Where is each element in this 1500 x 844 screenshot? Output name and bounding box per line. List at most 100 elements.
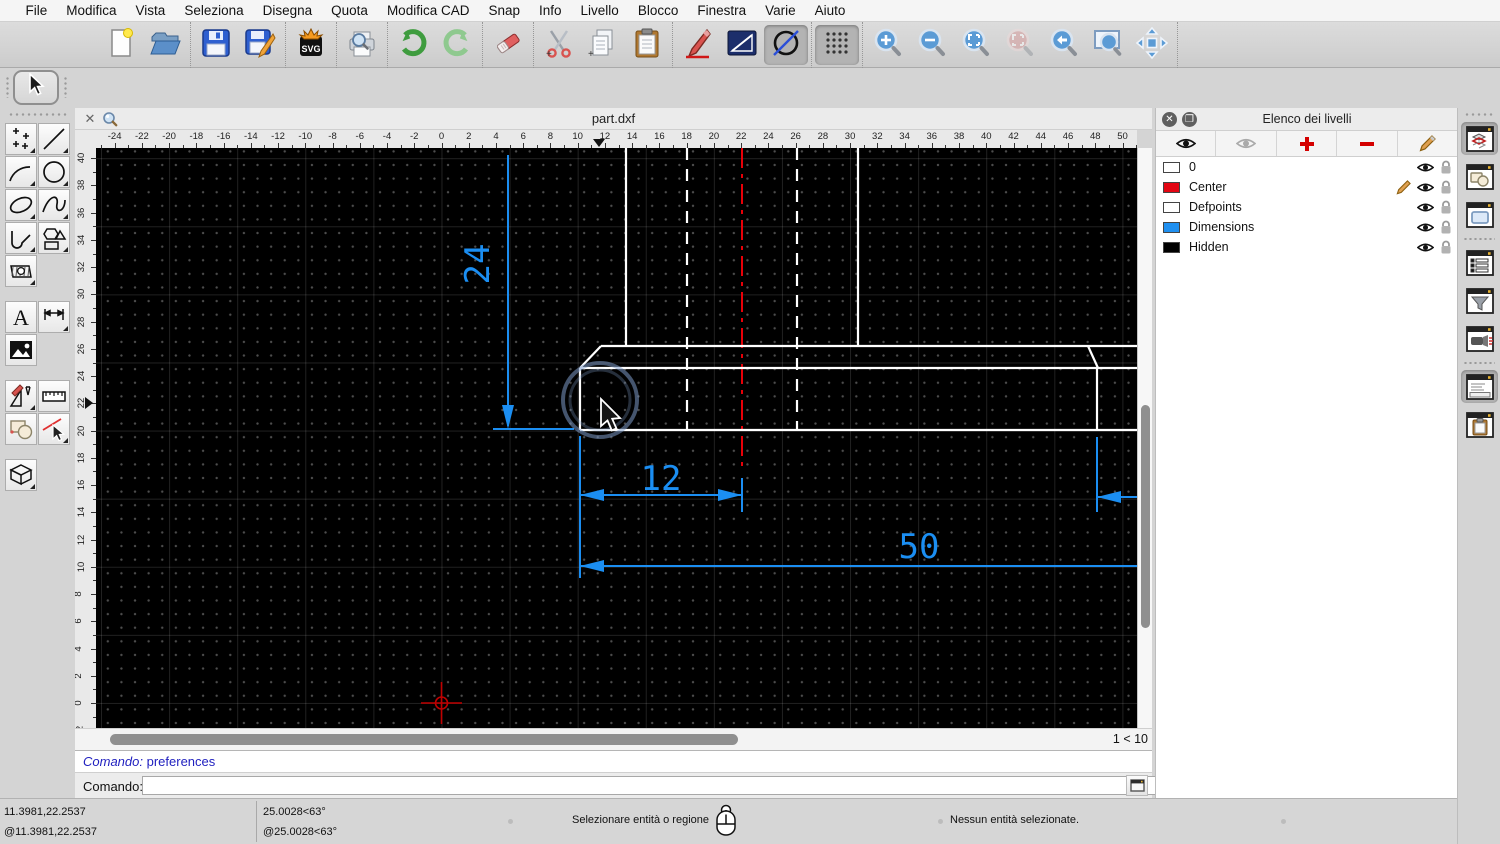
save-button[interactable]: [194, 25, 238, 65]
text-tool-button[interactable]: A: [5, 301, 37, 333]
circle-tool-button[interactable]: [38, 156, 70, 188]
command-widget-dock-button[interactable]: [1461, 370, 1498, 403]
save-as-button[interactable]: [238, 25, 282, 65]
zoom-auto-button[interactable]: [954, 25, 998, 65]
ellipse-tool-button[interactable]: [5, 189, 37, 221]
menu-item-aiuto[interactable]: Aiuto: [805, 3, 855, 18]
line-tool-button[interactable]: [38, 123, 70, 155]
layer-color-swatch[interactable]: [1163, 241, 1180, 253]
layer-visibility-icon[interactable]: [1417, 242, 1434, 253]
layer-lock-icon[interactable]: [1440, 180, 1452, 195]
layer-row-hidden[interactable]: Hidden: [1156, 237, 1458, 257]
zoom-in-button[interactable]: [866, 25, 910, 65]
clipboard-viewer-dock-button[interactable]: [1461, 408, 1498, 441]
entity-list-dock-button[interactable]: [1461, 246, 1498, 279]
spotlight-dock-button[interactable]: [1461, 322, 1498, 355]
restrict-angle-button[interactable]: [720, 25, 764, 65]
zoom-previous-button[interactable]: [1042, 25, 1086, 65]
vertical-scroll-handle[interactable]: [1141, 405, 1150, 628]
menu-item-file[interactable]: File: [16, 3, 57, 18]
blocks-panel-dock-button[interactable]: [1461, 160, 1498, 193]
layer-visibility-icon[interactable]: [1417, 162, 1434, 173]
dock-handle: [1464, 113, 1494, 116]
layer-color-swatch[interactable]: [1163, 221, 1180, 233]
vertical-scrollbar[interactable]: [1137, 148, 1152, 730]
select-entity-tool-button[interactable]: [38, 413, 70, 445]
selection-filter-dock-button[interactable]: [1461, 284, 1498, 317]
menu-item-livello[interactable]: Livello: [571, 3, 628, 18]
arc-tool-button[interactable]: [5, 156, 37, 188]
menu-item-disegna[interactable]: Disegna: [253, 3, 322, 18]
image-tool-button[interactable]: [5, 334, 37, 366]
library-browser-dock-button[interactable]: [1461, 198, 1498, 231]
undo-button[interactable]: [391, 25, 435, 65]
new-file-button[interactable]: [99, 25, 143, 65]
svg-export-button[interactable]: SVG: [289, 25, 333, 65]
redo-button[interactable]: [435, 25, 479, 65]
layer-color-swatch[interactable]: [1163, 181, 1180, 193]
cube3d-tool-button[interactable]: [5, 459, 37, 491]
layer-eye-black-button[interactable]: [1156, 131, 1217, 156]
menu-item-finestra[interactable]: Finestra: [688, 3, 756, 18]
menu-item-quota[interactable]: Quota: [322, 3, 378, 18]
circle-slash-button[interactable]: [764, 24, 808, 65]
shapes-tool-button[interactable]: [38, 222, 70, 254]
layer-eye-gray-button[interactable]: [1216, 131, 1277, 156]
pan-button[interactable]: [1130, 25, 1174, 65]
layer-visibility-icon[interactable]: [1417, 202, 1434, 213]
draw-pencil-button[interactable]: [676, 25, 720, 65]
zoom-out-button[interactable]: [910, 25, 954, 65]
grid-toggle-button[interactable]: [815, 24, 859, 65]
zoom-window-button[interactable]: [1086, 25, 1130, 65]
modify-tool-button[interactable]: [5, 380, 37, 412]
layer-row-defpoints[interactable]: Defpoints: [1156, 197, 1458, 217]
menu-item-snap[interactable]: Snap: [479, 3, 530, 18]
layer-visibility-icon[interactable]: [1417, 222, 1434, 233]
layers-panel-dock-button[interactable]: [1461, 122, 1498, 155]
select-tool-button[interactable]: [13, 70, 59, 105]
dimension-tool-button[interactable]: [38, 301, 70, 333]
drawing-canvas[interactable]: 24 12 50: [96, 148, 1137, 728]
cut-scissors-button[interactable]: +: [537, 25, 581, 65]
horizontal-scrollbar[interactable]: 1 < 10: [75, 728, 1152, 750]
polyline-tool-button[interactable]: [5, 222, 37, 254]
zoom-window-icon: [1092, 27, 1124, 62]
menu-item-modifica[interactable]: Modifica: [57, 3, 126, 18]
layer-plus-red-button[interactable]: [1277, 131, 1338, 156]
layer-row-dimensions[interactable]: Dimensions: [1156, 217, 1458, 237]
blocks-tool-button[interactable]: [5, 413, 37, 445]
layer-row-center[interactable]: Center: [1156, 177, 1458, 197]
copy-button[interactable]: +: [581, 25, 625, 65]
command-input[interactable]: [142, 776, 1200, 795]
layer-color-swatch[interactable]: [1163, 201, 1180, 213]
layer-lock-icon[interactable]: [1440, 220, 1452, 235]
layer-row-0[interactable]: 0: [1156, 157, 1458, 177]
menu-item-blocco[interactable]: Blocco: [628, 3, 688, 18]
layer-lock-icon[interactable]: [1440, 200, 1452, 215]
zoom-in-icon: [872, 27, 904, 62]
menu-item-vista[interactable]: Vista: [126, 3, 175, 18]
layer-lock-icon[interactable]: [1440, 160, 1452, 175]
dock-separator: [1463, 238, 1495, 240]
open-folder-button[interactable]: [143, 25, 187, 65]
command-window-toggle-button[interactable]: [1126, 775, 1148, 796]
delete-eraser-button[interactable]: [486, 25, 530, 65]
layer-color-swatch[interactable]: [1163, 161, 1180, 173]
hatch-tool-button[interactable]: [5, 255, 37, 287]
menu-item-modifica-cad[interactable]: Modifica CAD: [377, 3, 479, 18]
command-line-row: Comando:: [75, 772, 1200, 798]
spline-tool-button[interactable]: [38, 189, 70, 221]
menu-item-varie[interactable]: Varie: [756, 3, 806, 18]
measure-tool-button[interactable]: [38, 380, 70, 412]
menu-item-seleziona[interactable]: Seleziona: [175, 3, 253, 18]
print-preview-button[interactable]: [340, 25, 384, 65]
points-tool-button[interactable]: [5, 123, 37, 155]
layer-pencil-button[interactable]: [1398, 131, 1459, 156]
zoom-select-button[interactable]: [998, 25, 1042, 65]
layer-lock-icon[interactable]: [1440, 240, 1452, 255]
horizontal-scroll-handle[interactable]: [110, 734, 738, 745]
layer-visibility-icon[interactable]: [1417, 182, 1434, 193]
paste-clipboard-button[interactable]: [625, 25, 669, 65]
layer-minus-red-button[interactable]: [1337, 131, 1398, 156]
menu-item-info[interactable]: Info: [530, 3, 572, 18]
